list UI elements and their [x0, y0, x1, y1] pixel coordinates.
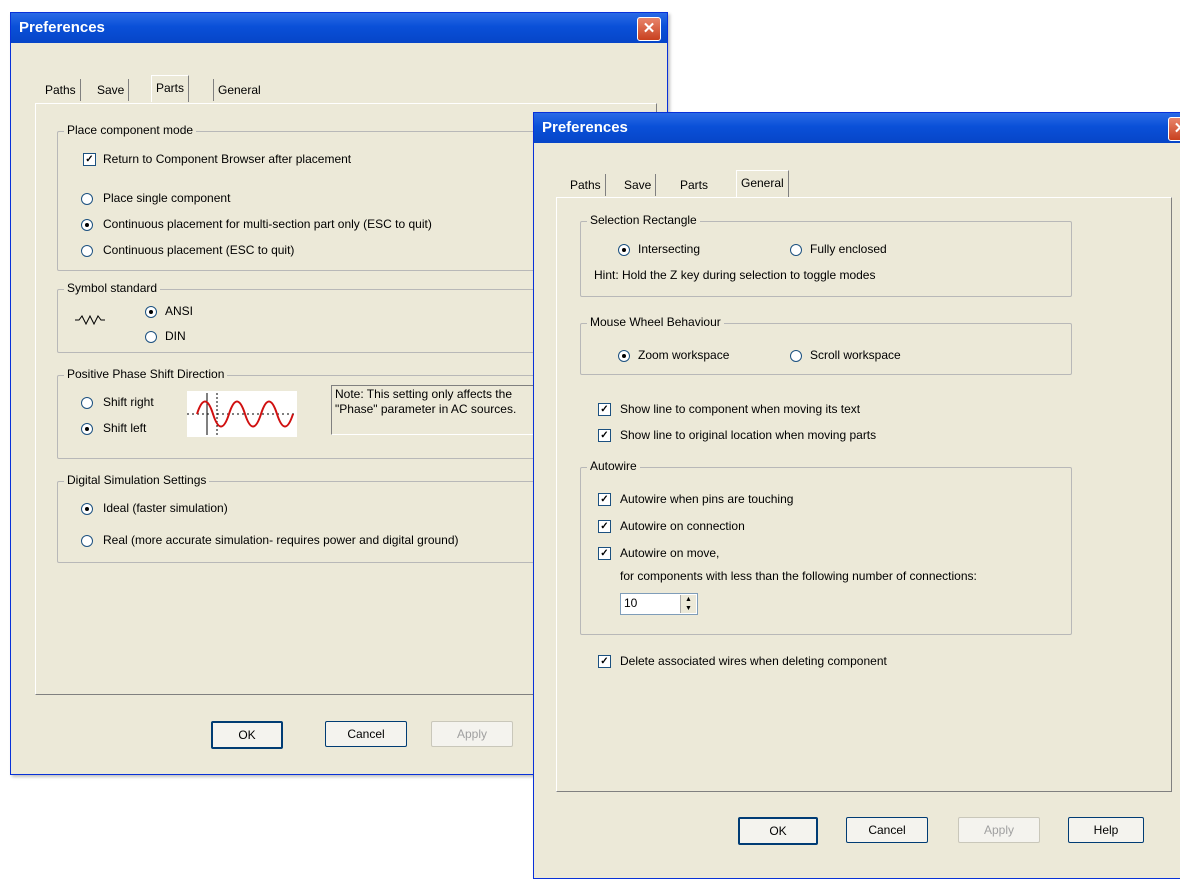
radio-label: Zoom workspace [638, 348, 730, 362]
tab-parts[interactable]: Parts [151, 75, 190, 102]
radio-label: Intersecting [638, 242, 701, 256]
radio-label: Scroll workspace [810, 348, 901, 362]
selection-rectangle-group: Selection Rectangle [580, 213, 1072, 297]
sine-wave-icon [187, 391, 297, 437]
zoom-workspace-radio[interactable] [618, 350, 630, 362]
selection-hint: Hint: Hold the Z key during selection to… [594, 268, 876, 282]
ok-button[interactable]: OK [211, 721, 283, 749]
place-single-radio[interactable] [81, 193, 93, 205]
ok-button[interactable]: OK [738, 817, 818, 845]
intersecting-radio[interactable] [618, 244, 630, 256]
fully-enclosed-radio[interactable] [790, 244, 802, 256]
checkbox-label: Return to Component Browser after placem… [103, 152, 352, 166]
apply-button[interactable]: Apply [958, 817, 1040, 843]
tab-strip: Paths Save Parts General [566, 170, 866, 198]
group-legend: Autowire [587, 459, 640, 473]
ideal-simulation-radio[interactable] [81, 503, 93, 515]
shift-right-radio[interactable] [81, 397, 93, 409]
radio-label: Continuous placement for multi-section p… [103, 217, 432, 231]
checkbox-label: Autowire when pins are touching [620, 492, 794, 506]
cancel-button[interactable]: Cancel [325, 721, 407, 747]
stepper-value: 10 [624, 596, 638, 610]
show-line-text-checkbox[interactable]: ✓ [598, 403, 611, 416]
tab-parts[interactable]: Parts [676, 174, 712, 196]
tab-save[interactable]: Save [93, 79, 130, 101]
autowire-move-checkbox[interactable]: ✓ [598, 547, 611, 560]
close-icon[interactable]: ✕ [637, 17, 661, 41]
apply-button[interactable]: Apply [431, 721, 513, 747]
radio-label: DIN [165, 329, 186, 343]
tab-general[interactable]: General [736, 170, 789, 197]
cancel-button[interactable]: Cancel [846, 817, 928, 843]
group-legend: Digital Simulation Settings [64, 473, 210, 487]
close-icon[interactable]: ✕ [1168, 117, 1180, 141]
tab-strip: Paths Save Parts General [41, 75, 341, 103]
radio-label: Ideal (faster simulation) [103, 501, 228, 515]
radio-label: Real (more accurate simulation- requires… [103, 533, 459, 547]
dialog-title: Preferences [19, 19, 105, 36]
tab-general[interactable]: General [213, 79, 265, 101]
radio-label: Place single component [103, 191, 231, 205]
tab-paths[interactable]: Paths [566, 174, 606, 196]
group-legend: Symbol standard [64, 281, 161, 295]
group-legend: Mouse Wheel Behaviour [587, 315, 724, 329]
group-legend: Positive Phase Shift Direction [64, 367, 228, 381]
continuous-placement-radio[interactable] [81, 245, 93, 257]
dialog-title: Preferences [542, 119, 628, 136]
group-legend: Selection Rectangle [587, 213, 700, 227]
checkbox-label: Autowire on connection [620, 519, 745, 533]
radio-label: ANSI [165, 304, 194, 318]
phase-note: Note: This setting only affects the "Pha… [331, 385, 549, 435]
radio-label: Continuous placement (ESC to quit) [103, 243, 295, 257]
resistor-symbol-icon [75, 315, 105, 325]
help-button[interactable]: Help [1068, 817, 1144, 843]
checkbox-label: Autowire on move, [620, 546, 720, 560]
shift-left-radio[interactable] [81, 423, 93, 435]
continuous-multi-radio[interactable] [81, 219, 93, 231]
checkbox-label: Show line to original location when movi… [620, 428, 877, 442]
autowire-touching-checkbox[interactable]: ✓ [598, 493, 611, 506]
preferences-dialog-general: Preferences ✕ Paths Save Parts General S… [533, 112, 1180, 879]
scroll-workspace-radio[interactable] [790, 350, 802, 362]
autowire-connection-checkbox[interactable]: ✓ [598, 520, 611, 533]
checkbox-label: Show line to component when moving its t… [620, 402, 861, 416]
radio-label: Shift left [103, 421, 147, 435]
tab-paths[interactable]: Paths [41, 79, 81, 101]
spin-arrows-icon[interactable]: ▲ ▼ [680, 595, 696, 613]
radio-label: Fully enclosed [810, 242, 887, 256]
title-bar[interactable]: Preferences ✕ [534, 113, 1180, 143]
radio-label: Shift right [103, 395, 154, 409]
show-line-original-checkbox[interactable]: ✓ [598, 429, 611, 442]
return-to-browser-checkbox[interactable]: ✓ [83, 153, 96, 166]
autowire-move-note: for components with less than the follow… [620, 569, 977, 583]
delete-wires-checkbox[interactable]: ✓ [598, 655, 611, 668]
tab-save[interactable]: Save [620, 174, 657, 196]
title-bar[interactable]: Preferences ✕ [11, 13, 667, 43]
checkbox-label: Delete associated wires when deleting co… [620, 654, 887, 668]
group-legend: Place component mode [64, 123, 197, 137]
din-radio[interactable] [145, 331, 157, 343]
connections-count-stepper[interactable]: 10 ▲ ▼ [620, 593, 698, 615]
real-simulation-radio[interactable] [81, 535, 93, 547]
ansi-radio[interactable] [145, 306, 157, 318]
